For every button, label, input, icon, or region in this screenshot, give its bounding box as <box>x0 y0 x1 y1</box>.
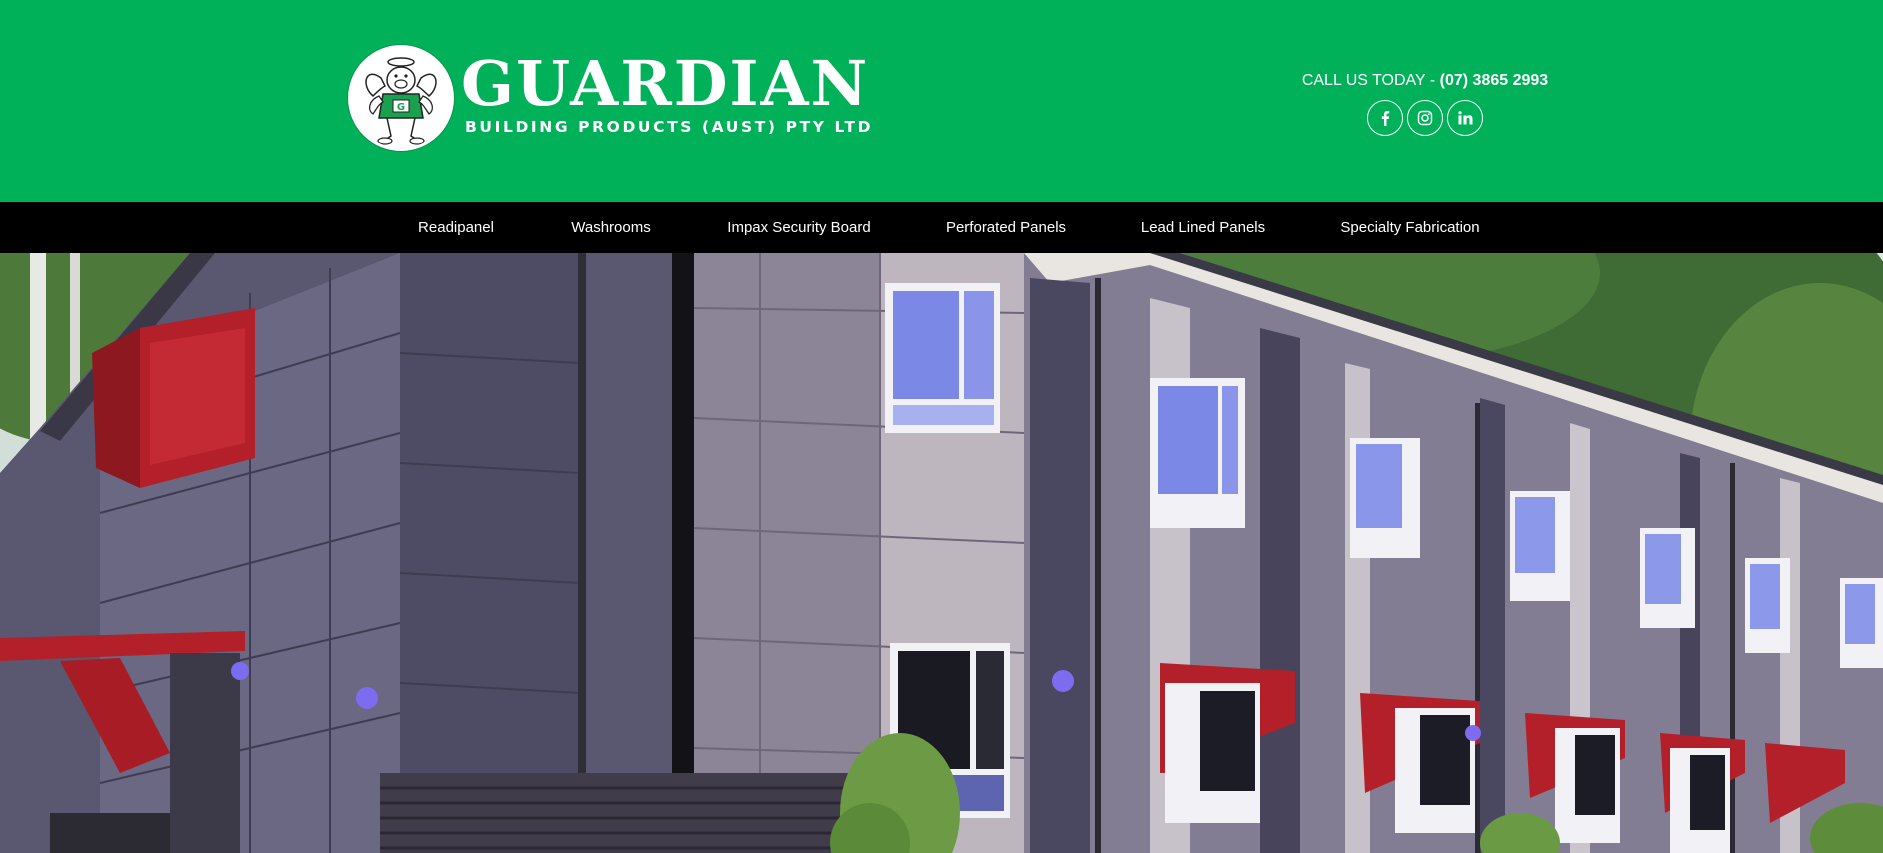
site-header: G GUARDIAN BUILDING PRODUCTS (AUST) PTY … <box>0 0 1883 202</box>
nav-item-washrooms: Washrooms <box>571 202 650 253</box>
guardian-logo-link[interactable]: G GUARDIAN BUILDING PRODUCTS (AUST) PTY … <box>348 45 871 155</box>
logo-wordmark: GUARDIAN <box>461 47 870 120</box>
linkedin-link[interactable] <box>1447 100 1483 136</box>
facebook-link[interactable] <box>1367 100 1403 136</box>
nav-link-readipanel[interactable]: Readipanel <box>418 219 494 236</box>
nav-item-specialty-fabrication: Specialty Fabrication <box>1340 202 1479 253</box>
hero-building-photo <box>0 253 1883 853</box>
hero-banner <box>0 253 1883 853</box>
call-us-label: CALL US TODAY - <box>1301 72 1440 89</box>
linkedin-icon <box>1457 110 1473 126</box>
nav-item-perforated-panels: Perforated Panels <box>946 202 1066 253</box>
main-nav: Readipanel Washrooms Impax Security Boar… <box>0 202 1883 253</box>
social-links <box>1280 100 1570 136</box>
guardian-mascot-icon: G <box>348 45 454 151</box>
nav-link-perforated-panels[interactable]: Perforated Panels <box>946 219 1066 236</box>
svg-text:G: G <box>397 102 405 113</box>
nav-item-impax-security-board: Impax Security Board <box>727 202 870 253</box>
facebook-icon <box>1377 110 1393 126</box>
contact-block: CALL US TODAY - (07) 3865 2993 <box>1280 70 1570 136</box>
instagram-link[interactable] <box>1407 100 1443 136</box>
nav-link-washrooms[interactable]: Washrooms <box>571 219 650 236</box>
nav-link-impax-security-board[interactable]: Impax Security Board <box>727 219 870 236</box>
nav-link-lead-lined-panels[interactable]: Lead Lined Panels <box>1141 219 1265 236</box>
nav-item-readipanel: Readipanel <box>418 202 494 253</box>
phone-link[interactable]: (07) 3865 2993 <box>1440 72 1549 89</box>
call-us-line: CALL US TODAY - (07) 3865 2993 <box>1280 70 1570 92</box>
nav-item-lead-lined-panels: Lead Lined Panels <box>1141 202 1265 253</box>
nav-list: Readipanel Washrooms Impax Security Boar… <box>0 202 1883 253</box>
nav-link-specialty-fabrication[interactable]: Specialty Fabrication <box>1340 219 1479 236</box>
logo-tagline: BUILDING PRODUCTS (AUST) PTY LTD <box>465 118 874 136</box>
instagram-icon <box>1417 110 1433 126</box>
